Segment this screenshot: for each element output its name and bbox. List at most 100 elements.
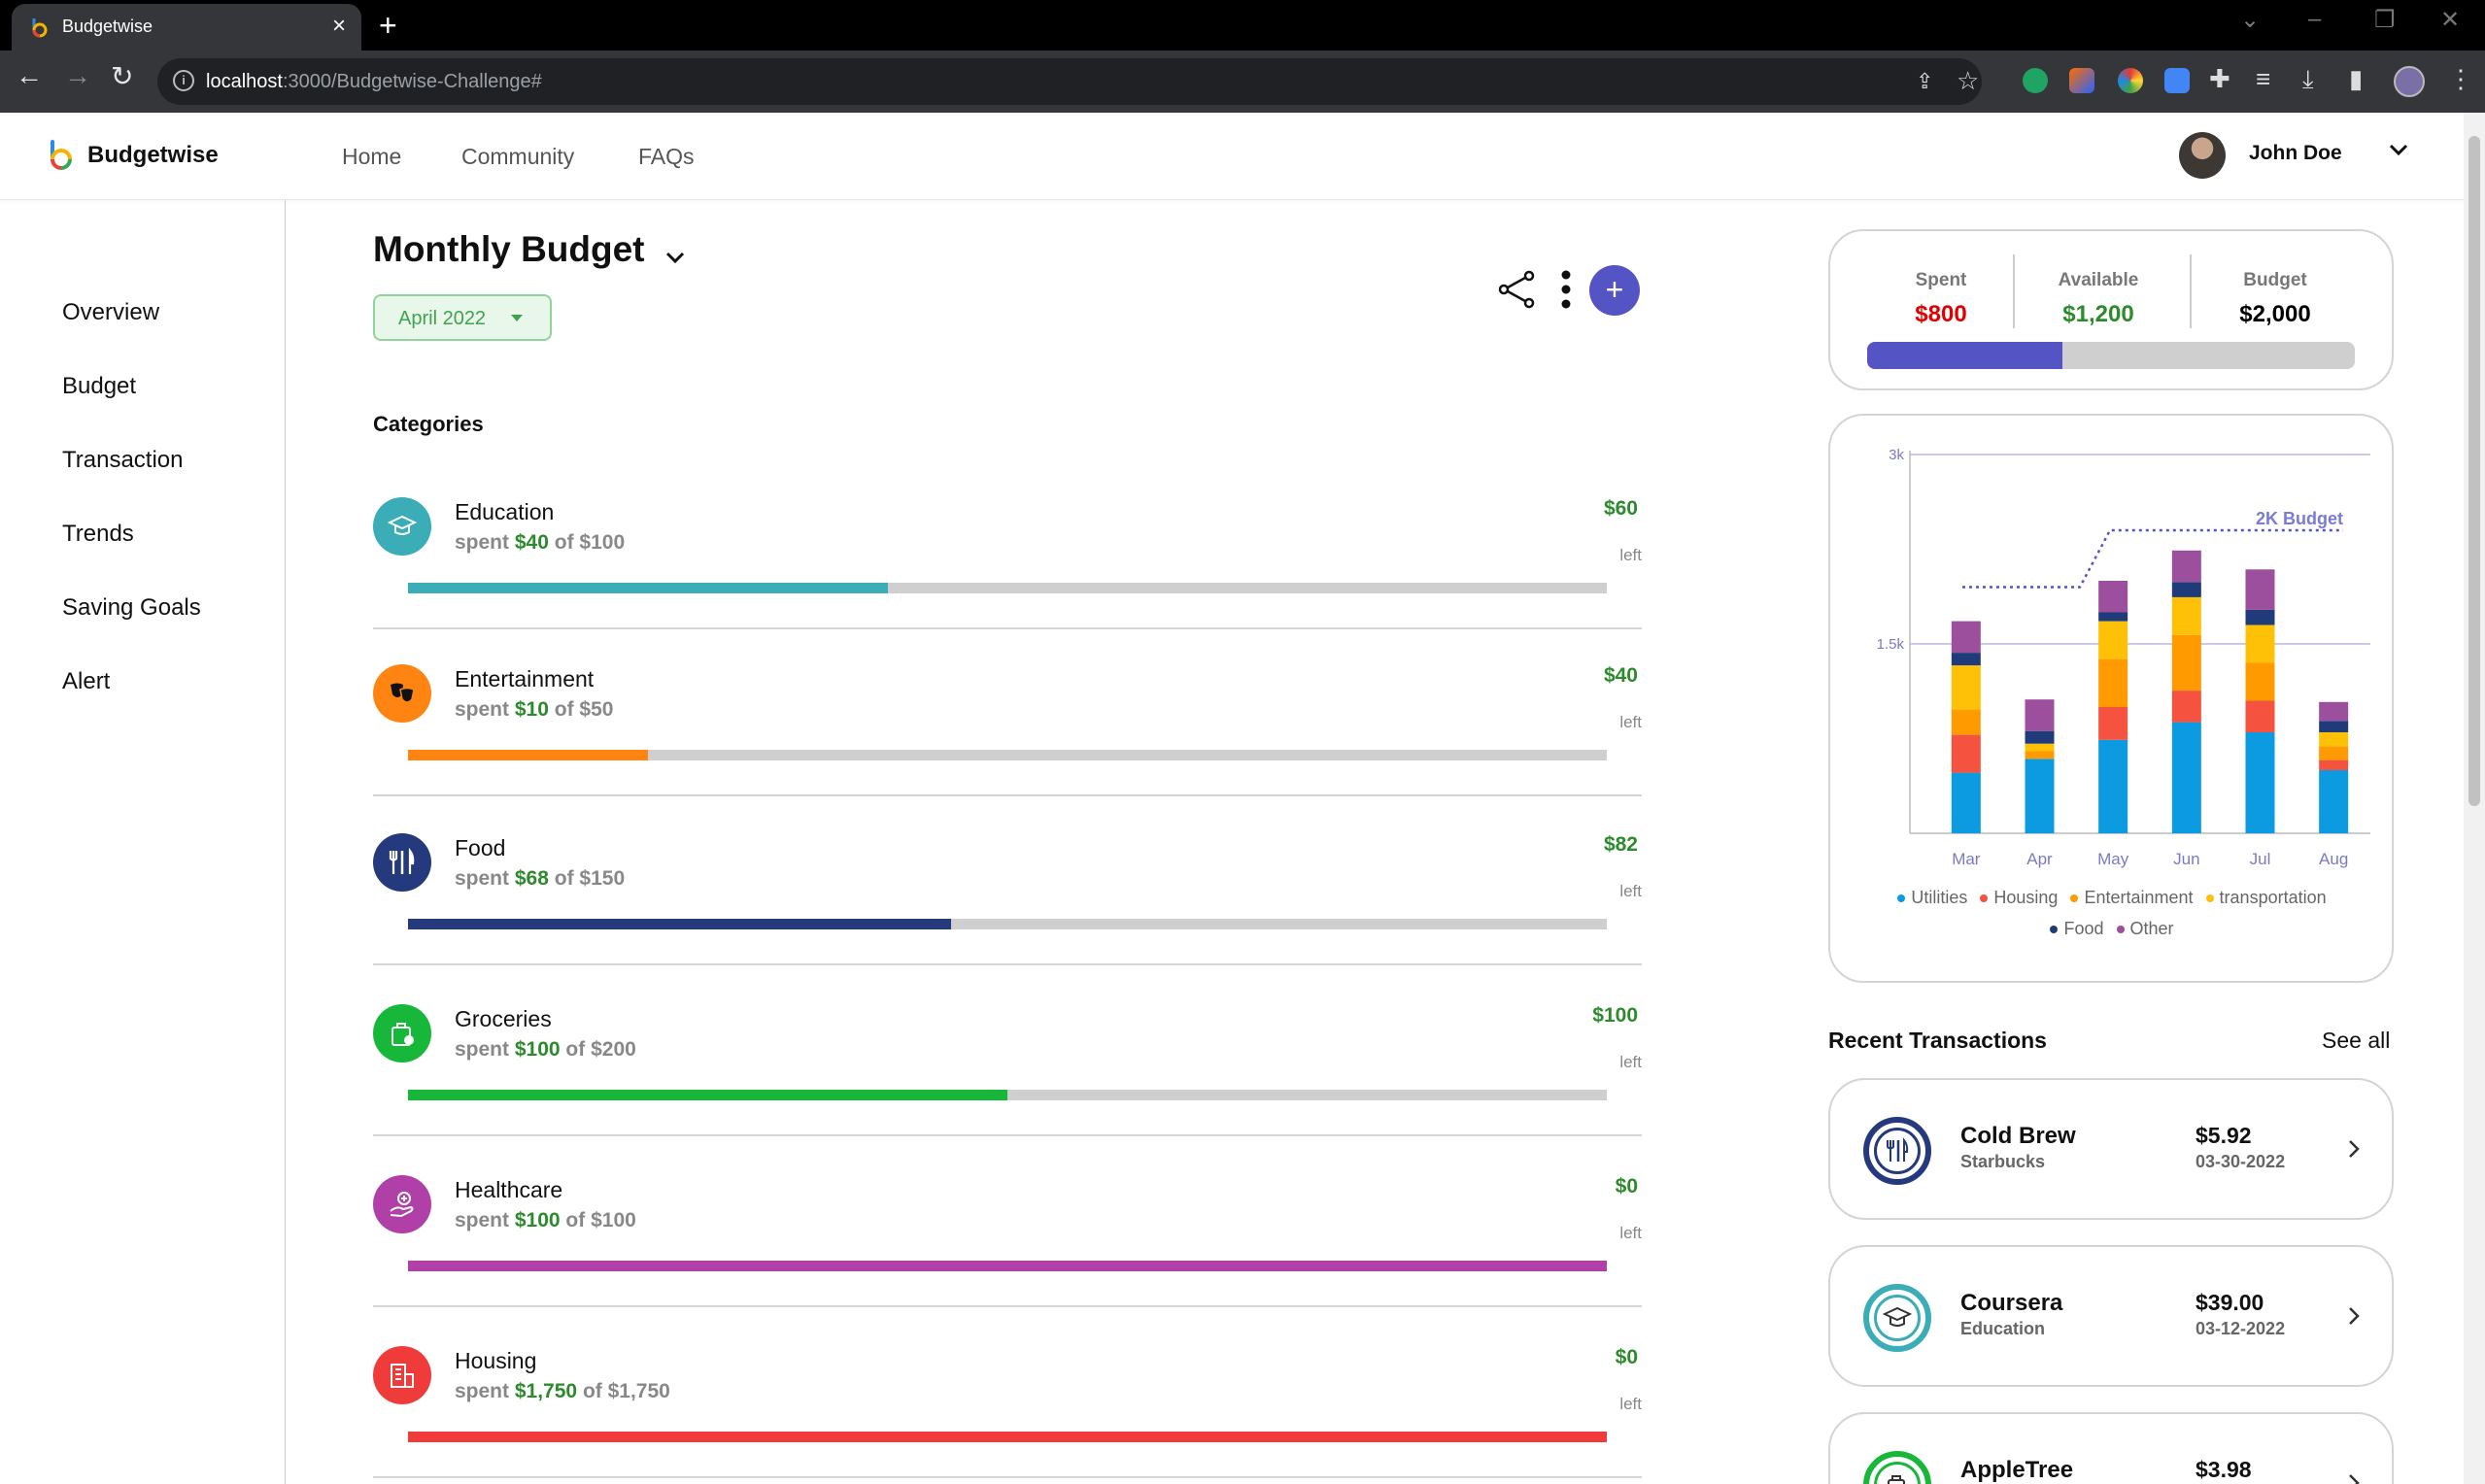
chart-budget-label: 2K Budget [2256,509,2343,528]
category-progress [408,583,1607,593]
sidebar-item-saving-goals[interactable]: Saving Goals [62,594,201,622]
chart-x-tick-label: May [2097,850,2129,868]
chart-bar-segment [2171,691,2201,723]
downloads-icon[interactable]: ⤓ [2302,64,2314,95]
budget-summary-card: Spent $800 Available $1,200 Budget $2,00… [1828,229,2394,390]
category-progress [408,1261,1607,1271]
divider [2013,254,2015,328]
see-all-link[interactable]: See all [2322,1028,2390,1054]
theater-masks-icon [373,664,431,723]
transaction-name: Cold Brew [1960,1123,2076,1149]
chart-bar-segment [2025,751,2055,759]
tab-close-icon[interactable]: × [332,13,346,40]
budget-summary: Budget $2,000 [2197,270,2353,328]
category-spent: spent $10 of $50 [455,698,614,721]
category-progress-fill [408,1432,1607,1442]
transaction-card[interactable]: Cold Brew Starbucks $5.92 03-30-2022 [1828,1078,2394,1220]
more-vertical-icon[interactable] [1558,268,1574,311]
legend-item: transportation [2205,888,2327,908]
budgetwise-logo-icon [51,140,72,170]
available-label: Available [2058,270,2139,290]
chart-bar-segment [2098,581,2128,613]
chevron-down-icon[interactable] [2385,136,2412,163]
share-icon[interactable] [1496,268,1539,311]
sidebar-item-budget[interactable]: Budget [62,373,136,400]
category-row[interactable]: Education spent $40 of $100 $60 left [373,468,1642,629]
back-icon[interactable]: ← [16,60,43,91]
category-row[interactable]: Groceries spent $100 of $200 $100 left [373,975,1642,1136]
chart-bar-segment [1951,621,1981,654]
user-name[interactable]: John Doe [2249,142,2342,165]
grammarly-extension-icon[interactable] [2023,68,2048,93]
extensions-puzzle-icon[interactable]: ✚ [2209,64,2230,94]
chart-bar-segment [2098,612,2128,622]
forward-icon[interactable]: → [64,60,91,91]
chevron-right-icon[interactable] [2343,1470,2365,1484]
nav-link-home[interactable]: Home [342,144,401,170]
reading-list-icon[interactable]: ≡ [2256,64,2270,94]
category-left-label: left [1619,1224,1642,1242]
extension-icon[interactable] [2164,68,2190,93]
category-remaining: $0 [1615,1175,1638,1197]
legend-item: Entertainment [2070,888,2194,908]
window-close-icon[interactable]: ✕ [2440,6,2460,34]
available-value: $1,200 [2062,301,2134,327]
sidebar-item-alert[interactable]: Alert [62,668,110,695]
extension-icon[interactable] [2069,68,2094,93]
brand-name[interactable]: Budgetwise [87,142,219,169]
chevron-down-icon[interactable] [663,245,688,270]
grocery-bag-icon [1863,1451,1931,1484]
color-picker-extension-icon[interactable] [2118,68,2143,93]
browser-tab[interactable]: Budgetwise × [12,4,361,51]
transaction-card[interactable]: AppleTree $3.98 [1828,1412,2394,1484]
restore-icon[interactable]: ❐ [2374,6,2396,34]
chart-bar-segment [2171,582,2201,597]
browser-menu-icon[interactable]: ⋮ [2448,64,2473,94]
category-row[interactable]: Healthcare spent $100 of $100 $0 left [373,1146,1642,1307]
category-remaining: $40 [1603,664,1638,687]
category-progress [408,919,1607,929]
page-scrollbar-thumb[interactable] [2468,136,2480,806]
sidebar-item-trends[interactable]: Trends [62,521,134,548]
category-name: Entertainment [455,666,595,691]
chevron-right-icon[interactable] [2343,1303,2365,1329]
sidebar-item-overview[interactable]: Overview [62,299,159,326]
category-row[interactable]: Entertainment spent $10 of $50 $40 left [373,635,1642,796]
chart-bar-segment [2171,596,2201,635]
transaction-card[interactable]: Coursera Education $39.00 03-12-2022 [1828,1245,2394,1387]
user-avatar[interactable] [2179,132,2226,179]
chevron-right-icon[interactable] [2343,1136,2365,1162]
fork-knife-icon [373,833,431,892]
site-info-icon[interactable]: i [173,70,194,91]
chart-bar-segment [2245,732,2275,833]
chart-bar-segment [2171,634,2201,691]
address-bar[interactable]: i localhost:3000/Budgetwise-Challenge# ⇪… [157,58,1982,105]
transaction-name: Coursera [1960,1290,2063,1316]
categories-heading: Categories [373,412,484,436]
add-category-button[interactable]: + [1589,265,1640,316]
budget-label: Budget [2243,270,2307,290]
graduation-cap-icon [373,497,431,556]
nav-link-community[interactable]: Community [461,144,574,170]
reload-icon[interactable]: ↻ [111,60,133,92]
bookmark-star-icon[interactable]: ☆ [1957,66,1979,96]
share-page-icon[interactable]: ⇪ [1916,69,1933,94]
category-row[interactable]: Housing spent $1,750 of $1,750 $0 left [373,1317,1642,1478]
transaction-amount: $39.00 [2196,1290,2264,1315]
category-progress-fill [408,919,952,929]
budget-progress [1867,342,2355,369]
minimize-icon[interactable]: – [2308,6,2321,33]
category-left-label: left [1619,1395,1642,1413]
side-panel-icon[interactable]: ▮ [2349,64,2363,94]
chart-bar-segment [2319,770,2349,833]
new-tab-icon[interactable]: + [379,8,397,44]
tab-search-icon[interactable]: ⌄ [2240,6,2260,34]
chart-bar-segment [2025,743,2055,752]
nav-link-faqs[interactable]: FAQs [638,144,695,170]
browser-tab-strip: Budgetwise × + ⌄ – ❐ ✕ [0,0,2485,51]
spent-label: Spent [1915,270,1967,290]
sidebar-item-transaction[interactable]: Transaction [62,447,184,474]
month-selector[interactable]: April 2022 [373,294,552,341]
profile-avatar-icon[interactable] [2394,66,2425,97]
category-row[interactable]: Food spent $68 of $150 $82 left [373,804,1642,965]
